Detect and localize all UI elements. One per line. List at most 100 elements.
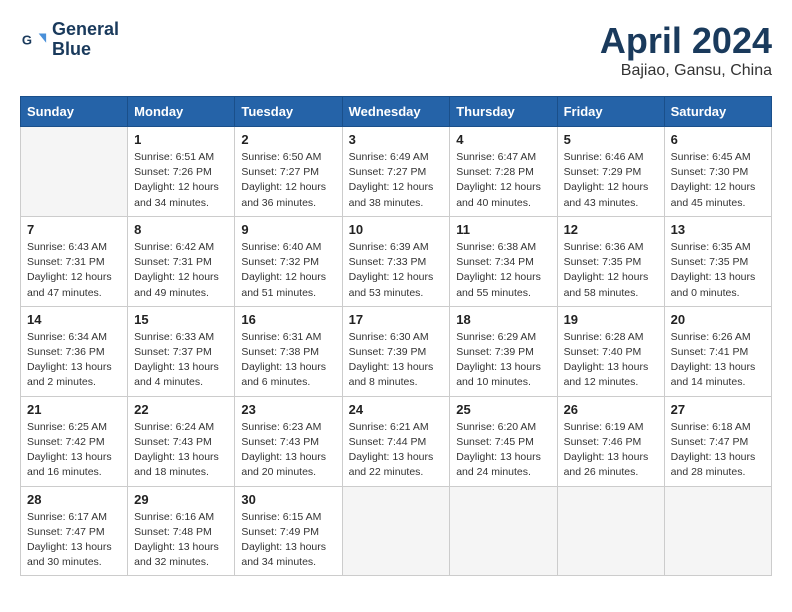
day-number: 29	[134, 492, 228, 507]
calendar-cell: 13 Sunrise: 6:35 AMSunset: 7:35 PMDayligh…	[664, 216, 771, 306]
header-day: Thursday	[450, 97, 557, 127]
day-detail: Sunrise: 6:15 AMSunset: 7:49 PMDaylight:…	[241, 510, 335, 571]
calendar-cell: 4Sunrise: 6:47 AMSunset: 7:28 PMDaylight…	[450, 127, 557, 217]
day-detail: Sunrise: 6:25 AMSunset: 7:42 PMDaylight:…	[27, 420, 121, 481]
header-day: Tuesday	[235, 97, 342, 127]
calendar-cell: 11 Sunrise: 6:38 AMSunset: 7:34 PMDayligh…	[450, 216, 557, 306]
day-number: 28	[27, 492, 121, 507]
calendar-cell	[450, 486, 557, 576]
calendar-cell	[342, 486, 450, 576]
calendar-cell: 28 Sunrise: 6:17 AMSunset: 7:47 PMDayligh…	[21, 486, 128, 576]
day-number: 10	[349, 222, 444, 237]
calendar-cell: 1 Sunrise: 6:51 AMSunset: 7:26 PMDaylight…	[128, 127, 235, 217]
calendar-table: SundayMondayTuesdayWednesdayThursdayFrid…	[20, 96, 772, 576]
calendar-cell: 26 Sunrise: 6:19 AMSunset: 7:46 PMDayligh…	[557, 396, 664, 486]
day-number: 21	[27, 402, 121, 417]
day-detail: Sunrise: 6:42 AMSunset: 7:31 PMDaylight:…	[134, 240, 228, 301]
svg-text:G: G	[22, 32, 32, 47]
day-detail: Sunrise: 6:26 AMSunset: 7:41 PMDaylight:…	[671, 330, 765, 391]
day-number: 20	[671, 312, 765, 327]
calendar-cell: 21 Sunrise: 6:25 AMSunset: 7:42 PMDayligh…	[21, 396, 128, 486]
calendar-cell: 18 Sunrise: 6:29 AMSunset: 7:39 PMDayligh…	[450, 306, 557, 396]
day-number: 13	[671, 222, 765, 237]
calendar-body: 1 Sunrise: 6:51 AMSunset: 7:26 PMDaylight…	[21, 127, 772, 576]
day-number: 18	[456, 312, 550, 327]
calendar-cell: 27 Sunrise: 6:18 AMSunset: 7:47 PMDayligh…	[664, 396, 771, 486]
day-detail: Sunrise: 6:43 AMSunset: 7:31 PMDaylight:…	[27, 240, 121, 301]
calendar-cell: 29Sunrise: 6:16 AMSunset: 7:48 PMDayligh…	[128, 486, 235, 576]
day-detail: Sunrise: 6:39 AMSunset: 7:33 PMDaylight:…	[349, 240, 444, 301]
calendar-cell: 30 Sunrise: 6:15 AMSunset: 7:49 PMDayligh…	[235, 486, 342, 576]
day-detail: Sunrise: 6:20 AMSunset: 7:45 PMDaylight:…	[456, 420, 550, 481]
day-number: 17	[349, 312, 444, 327]
day-detail: Sunrise: 6:29 AMSunset: 7:39 PMDaylight:…	[456, 330, 550, 391]
page-header: G General Blue April 2024 Bajiao, Gansu,…	[20, 20, 772, 80]
location: Bajiao, Gansu, China	[600, 62, 772, 80]
day-detail: Sunrise: 6:49 AMSunset: 7:27 PMDaylight:…	[349, 150, 444, 211]
logo-text: General Blue	[52, 20, 119, 60]
day-number: 12	[564, 222, 658, 237]
day-number: 14	[27, 312, 121, 327]
day-detail: Sunrise: 6:21 AMSunset: 7:44 PMDaylight:…	[349, 420, 444, 481]
calendar-cell: 17 Sunrise: 6:30 AMSunset: 7:39 PMDayligh…	[342, 306, 450, 396]
day-number: 27	[671, 402, 765, 417]
day-detail: Sunrise: 6:38 AMSunset: 7:34 PMDaylight:…	[456, 240, 550, 301]
header-day: Friday	[557, 97, 664, 127]
calendar-week-row: 21 Sunrise: 6:25 AMSunset: 7:42 PMDayligh…	[21, 396, 772, 486]
day-number: 2	[241, 132, 335, 147]
calendar-cell: 9 Sunrise: 6:40 AMSunset: 7:32 PMDaylight…	[235, 216, 342, 306]
title-block: April 2024 Bajiao, Gansu, China	[600, 20, 772, 80]
calendar-cell: 15 Sunrise: 6:33 AMSunset: 7:37 PMDayligh…	[128, 306, 235, 396]
calendar-cell: 7Sunrise: 6:43 AMSunset: 7:31 PMDaylight…	[21, 216, 128, 306]
day-detail: Sunrise: 6:17 AMSunset: 7:47 PMDaylight:…	[27, 510, 121, 571]
day-detail: Sunrise: 6:35 AMSunset: 7:35 PMDaylight:…	[671, 240, 765, 301]
day-number: 4	[456, 132, 550, 147]
calendar-week-row: 28 Sunrise: 6:17 AMSunset: 7:47 PMDayligh…	[21, 486, 772, 576]
calendar-cell	[21, 127, 128, 217]
day-detail: Sunrise: 6:33 AMSunset: 7:37 PMDaylight:…	[134, 330, 228, 391]
calendar-header: SundayMondayTuesdayWednesdayThursdayFrid…	[21, 97, 772, 127]
month-title: April 2024	[600, 20, 772, 62]
day-number: 24	[349, 402, 444, 417]
calendar-cell: 10 Sunrise: 6:39 AMSunset: 7:33 PMDayligh…	[342, 216, 450, 306]
day-number: 25	[456, 402, 550, 417]
day-detail: Sunrise: 6:40 AMSunset: 7:32 PMDaylight:…	[241, 240, 335, 301]
calendar-week-row: 1 Sunrise: 6:51 AMSunset: 7:26 PMDaylight…	[21, 127, 772, 217]
day-detail: Sunrise: 6:45 AMSunset: 7:30 PMDaylight:…	[671, 150, 765, 211]
header-day: Sunday	[21, 97, 128, 127]
day-detail: Sunrise: 6:24 AMSunset: 7:43 PMDaylight:…	[134, 420, 228, 481]
day-detail: Sunrise: 6:36 AMSunset: 7:35 PMDaylight:…	[564, 240, 658, 301]
day-detail: Sunrise: 6:31 AMSunset: 7:38 PMDaylight:…	[241, 330, 335, 391]
calendar-cell	[664, 486, 771, 576]
calendar-cell: 5Sunrise: 6:46 AMSunset: 7:29 PMDaylight…	[557, 127, 664, 217]
logo-icon: G	[20, 26, 48, 54]
logo: G General Blue	[20, 20, 119, 60]
day-detail: Sunrise: 6:30 AMSunset: 7:39 PMDaylight:…	[349, 330, 444, 391]
day-number: 3	[349, 132, 444, 147]
day-detail: Sunrise: 6:51 AMSunset: 7:26 PMDaylight:…	[134, 150, 228, 211]
day-number: 15	[134, 312, 228, 327]
day-number: 19	[564, 312, 658, 327]
calendar-cell: 2 Sunrise: 6:50 AMSunset: 7:27 PMDaylight…	[235, 127, 342, 217]
calendar-cell: 8Sunrise: 6:42 AMSunset: 7:31 PMDaylight…	[128, 216, 235, 306]
header-day: Wednesday	[342, 97, 450, 127]
calendar-week-row: 7Sunrise: 6:43 AMSunset: 7:31 PMDaylight…	[21, 216, 772, 306]
day-number: 1	[134, 132, 228, 147]
calendar-cell: 25 Sunrise: 6:20 AMSunset: 7:45 PMDayligh…	[450, 396, 557, 486]
day-number: 9	[241, 222, 335, 237]
day-number: 30	[241, 492, 335, 507]
header-day: Saturday	[664, 97, 771, 127]
calendar-cell: 20 Sunrise: 6:26 AMSunset: 7:41 PMDayligh…	[664, 306, 771, 396]
day-detail: Sunrise: 6:19 AMSunset: 7:46 PMDaylight:…	[564, 420, 658, 481]
day-number: 22	[134, 402, 228, 417]
day-detail: Sunrise: 6:18 AMSunset: 7:47 PMDaylight:…	[671, 420, 765, 481]
day-number: 23	[241, 402, 335, 417]
calendar-cell: 19Sunrise: 6:28 AMSunset: 7:40 PMDayligh…	[557, 306, 664, 396]
day-number: 5	[564, 132, 658, 147]
day-detail: Sunrise: 6:50 AMSunset: 7:27 PMDaylight:…	[241, 150, 335, 211]
calendar-cell	[557, 486, 664, 576]
day-number: 11	[456, 222, 550, 237]
calendar-cell: 3 Sunrise: 6:49 AMSunset: 7:27 PMDaylight…	[342, 127, 450, 217]
day-number: 26	[564, 402, 658, 417]
day-detail: Sunrise: 6:23 AMSunset: 7:43 PMDaylight:…	[241, 420, 335, 481]
